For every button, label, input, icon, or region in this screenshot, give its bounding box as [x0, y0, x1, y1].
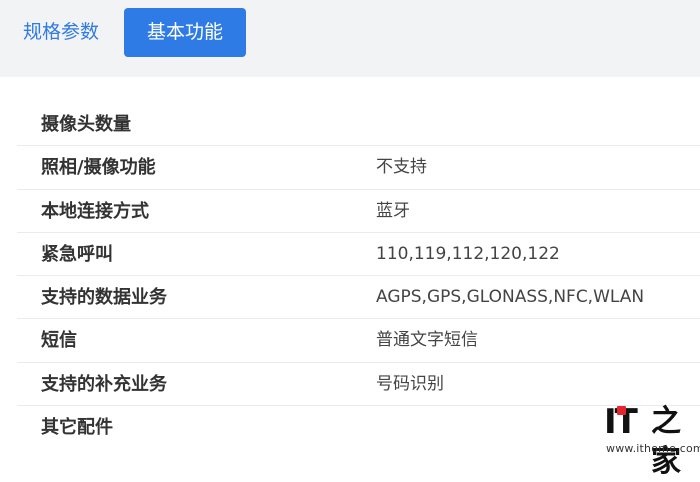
table-row: 摄像头数量	[17, 103, 700, 147]
table-row: 短信 普通文字短信	[17, 319, 700, 363]
row-label: 支持的数据业务	[41, 287, 167, 309]
row-label: 摄像头数量	[41, 114, 131, 135]
spec-table: 摄像头数量 照相/摄像功能 不支持 本地连接方式 蓝牙 紧急呼叫 110,119…	[17, 103, 700, 449]
row-value: AGPS,GPS,GLONASS,NFC,WLAN	[376, 287, 645, 308]
ithome-logo-icon: IT	[604, 402, 638, 442]
logo-red-dot-icon	[617, 406, 626, 415]
tab-basic-functions[interactable]: 基本功能	[124, 8, 246, 57]
table-row: 紧急呼叫 110,119,112,120,122	[17, 233, 700, 277]
table-row: 照相/摄像功能 不支持	[17, 146, 700, 190]
table-row: 本地连接方式 蓝牙	[17, 190, 700, 233]
row-label: 本地连接方式	[41, 200, 149, 222]
row-value: 号码识别	[376, 373, 444, 394]
row-value: 110,119,112,120,122	[376, 243, 560, 264]
row-label: 短信	[41, 330, 77, 352]
row-label: 其它配件	[41, 417, 113, 439]
ithome-watermark: IT 之家 www.ithome.com	[604, 402, 700, 479]
row-value: 不支持	[376, 157, 427, 178]
watermark-url: www.ithome.com	[606, 442, 700, 455]
table-row: 支持的数据业务 AGPS,GPS,GLONASS,NFC,WLAN	[17, 276, 700, 320]
row-value: 普通文字短信	[376, 330, 478, 351]
row-label: 支持的补充业务	[41, 373, 167, 395]
tab-specs[interactable]: 规格参数	[23, 8, 99, 57]
tab-bar: 规格参数 基本功能	[0, 0, 700, 77]
row-label: 照相/摄像功能	[41, 157, 156, 179]
row-value: 蓝牙	[376, 200, 410, 221]
table-row: 支持的补充业务 号码识别	[17, 363, 700, 407]
table-row: 其它配件	[17, 406, 700, 449]
row-label: 紧急呼叫	[41, 243, 113, 265]
